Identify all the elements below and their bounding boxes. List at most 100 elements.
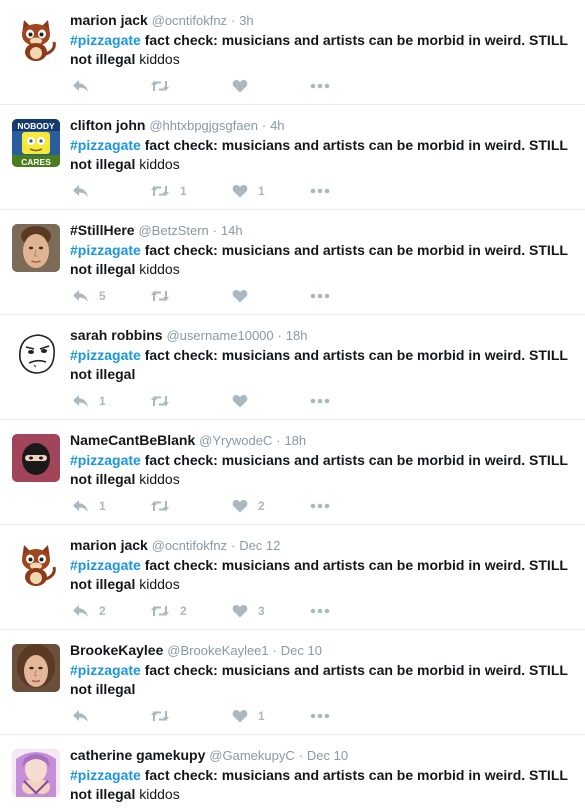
reply-button[interactable]: 2 bbox=[72, 603, 106, 619]
reply-icon bbox=[73, 80, 88, 92]
like-count: 1 bbox=[258, 709, 265, 723]
tweet-header: marion jack @ocntifokfnz · 3h bbox=[70, 11, 577, 30]
like-button[interactable] bbox=[232, 78, 258, 94]
tweet-content: catherine gamekupy @GamekupyC · Dec 10 #… bbox=[70, 746, 577, 804]
fullname[interactable]: marion jack bbox=[70, 12, 148, 28]
more-options-button[interactable] bbox=[310, 708, 330, 724]
fullname[interactable]: sarah robbins bbox=[70, 327, 163, 343]
tweet[interactable]: catherine gamekupy @GamekupyC · Dec 10 #… bbox=[0, 735, 585, 811]
tweet-header: BrookeKaylee @BrookeKaylee1 · Dec 10 bbox=[70, 641, 577, 660]
like-button[interactable] bbox=[232, 393, 258, 409]
photo-face-avatar[interactable] bbox=[12, 224, 60, 272]
like-count: 3 bbox=[258, 604, 265, 618]
cartoon-cat-avatar[interactable] bbox=[12, 539, 60, 587]
reply-button[interactable] bbox=[72, 183, 99, 199]
retweet-button[interactable] bbox=[150, 708, 180, 724]
hashtag-link[interactable]: #pizzagate bbox=[70, 557, 141, 573]
more-options-button[interactable] bbox=[310, 183, 330, 199]
avatar-caption-top: NOBODY bbox=[17, 121, 55, 131]
fullname[interactable]: NameCantBeBlank bbox=[70, 432, 195, 448]
retweet-button[interactable]: 2 bbox=[150, 603, 187, 619]
fullname[interactable]: catherine gamekupy bbox=[70, 747, 205, 763]
hashtag-link[interactable]: #pizzagate bbox=[70, 347, 141, 363]
tweet[interactable]: BrookeKaylee @BrookeKaylee1 · Dec 10 #pi… bbox=[0, 630, 585, 735]
timestamp[interactable]: 4h bbox=[270, 118, 284, 133]
tweet-text: #pizzagate fact check: musicians and art… bbox=[70, 766, 577, 804]
more-dots-icon bbox=[310, 608, 330, 614]
fullname[interactable]: clifton john bbox=[70, 117, 145, 133]
tweet-content: #StillHere @BetzStern · 14h #pizzagate f… bbox=[70, 221, 577, 279]
retweet-button[interactable] bbox=[150, 498, 180, 514]
tweet[interactable]: #StillHere @BetzStern · 14h #pizzagate f… bbox=[0, 210, 585, 315]
tweet[interactable]: marion jack @ocntifokfnz · 3h #pizzagate… bbox=[0, 0, 585, 105]
meme-face-avatar[interactable] bbox=[12, 329, 60, 377]
username[interactable]: @YrywodeC bbox=[199, 433, 272, 448]
reply-button[interactable] bbox=[72, 708, 99, 724]
tweet-text: #pizzagate fact check: musicians and art… bbox=[70, 451, 577, 489]
tweet-actions: 1 1 bbox=[70, 183, 370, 199]
reply-button[interactable] bbox=[72, 78, 99, 94]
timestamp[interactable]: 18h bbox=[286, 328, 308, 343]
tweet[interactable]: marion jack @ocntifokfnz · Dec 12 #pizza… bbox=[0, 525, 585, 630]
photo-face-avatar-female[interactable] bbox=[12, 644, 60, 692]
username[interactable]: @GamekupyC bbox=[209, 748, 294, 763]
like-button[interactable]: 2 bbox=[232, 498, 265, 514]
retweet-button[interactable] bbox=[150, 78, 180, 94]
retweet-count: 2 bbox=[180, 604, 187, 618]
fullname[interactable]: BrookeKaylee bbox=[70, 642, 163, 658]
reply-button[interactable]: 1 bbox=[72, 393, 106, 409]
tweet-header: marion jack @ocntifokfnz · Dec 12 bbox=[70, 536, 577, 555]
reply-button[interactable]: 1 bbox=[72, 498, 106, 514]
timestamp[interactable]: Dec 10 bbox=[307, 748, 348, 763]
more-options-button[interactable] bbox=[310, 288, 330, 304]
timestamp[interactable]: 14h bbox=[221, 223, 243, 238]
tweet[interactable]: NOBODY CARES clifton john @hhtxbpgjgsgfae… bbox=[0, 105, 585, 210]
username[interactable]: @ocntifokfnz bbox=[152, 13, 227, 28]
nobody-cares-avatar[interactable]: NOBODY CARES bbox=[12, 119, 60, 167]
reply-icon bbox=[73, 605, 88, 617]
retweet-icon bbox=[151, 291, 169, 301]
more-options-button[interactable] bbox=[310, 603, 330, 619]
timestamp[interactable]: Dec 10 bbox=[281, 643, 322, 658]
like-button[interactable]: 3 bbox=[232, 603, 265, 619]
reply-icon bbox=[73, 710, 88, 722]
username[interactable]: @BetzStern bbox=[138, 223, 208, 238]
timestamp[interactable]: 18h bbox=[284, 433, 306, 448]
like-button[interactable] bbox=[232, 288, 258, 304]
username[interactable]: @hhtxbpgjgsgfaen bbox=[149, 118, 258, 133]
retweet-button[interactable]: 1 bbox=[150, 183, 187, 199]
ninja-avatar[interactable] bbox=[12, 434, 60, 482]
fullname[interactable]: #StillHere bbox=[70, 222, 135, 238]
hashtag-link[interactable]: #pizzagate bbox=[70, 137, 141, 153]
hashtag-link[interactable]: #pizzagate bbox=[70, 452, 141, 468]
cartoon-cat-avatar[interactable] bbox=[12, 14, 60, 62]
tweet-header: #StillHere @BetzStern · 14h bbox=[70, 221, 577, 240]
retweet-button[interactable] bbox=[150, 288, 180, 304]
reply-count: 1 bbox=[99, 394, 106, 408]
hashtag-link[interactable]: #pizzagate bbox=[70, 32, 141, 48]
more-options-button[interactable] bbox=[310, 498, 330, 514]
username[interactable]: @ocntifokfnz bbox=[152, 538, 227, 553]
tweet[interactable]: NameCantBeBlank @YrywodeC · 18h #pizzaga… bbox=[0, 420, 585, 525]
tweet-actions: 1 bbox=[70, 393, 370, 409]
timestamp[interactable]: 3h bbox=[239, 13, 253, 28]
like-button[interactable]: 1 bbox=[232, 708, 265, 724]
hashtag-link[interactable]: #pizzagate bbox=[70, 767, 141, 783]
hashtag-link[interactable]: #pizzagate bbox=[70, 662, 141, 678]
fullname[interactable]: marion jack bbox=[70, 537, 148, 553]
username[interactable]: @BrookeKaylee1 bbox=[167, 643, 268, 658]
anime-avatar[interactable] bbox=[12, 749, 60, 797]
tweet[interactable]: sarah robbins @username10000 · 18h #pizz… bbox=[0, 315, 585, 420]
retweet-icon bbox=[151, 711, 169, 721]
heart-icon bbox=[232, 604, 248, 618]
more-dots-icon bbox=[310, 398, 330, 404]
hashtag-link[interactable]: #pizzagate bbox=[70, 242, 141, 258]
more-options-button[interactable] bbox=[310, 78, 330, 94]
like-button[interactable]: 1 bbox=[232, 183, 265, 199]
more-options-button[interactable] bbox=[310, 393, 330, 409]
reply-button[interactable]: 5 bbox=[72, 288, 106, 304]
tweet-text: #pizzagate fact check: musicians and art… bbox=[70, 346, 577, 384]
username[interactable]: @username10000 bbox=[166, 328, 273, 343]
timestamp[interactable]: Dec 12 bbox=[239, 538, 280, 553]
retweet-button[interactable] bbox=[150, 393, 180, 409]
